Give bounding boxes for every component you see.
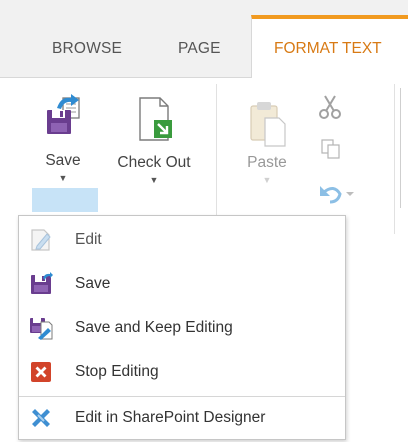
ribbon-tab-bar: BROWSE PAGE FORMAT TEXT [0,0,408,79]
ribbon-overflow-edge [400,88,408,208]
edit-icon [31,229,51,251]
cut-icon[interactable] [318,94,342,120]
save-icon [47,94,80,134]
save-keep-editing-icon [30,318,53,340]
save-icon [31,272,53,294]
sharepoint-ribbon-window: BROWSE PAGE FORMAT TEXT Save ▼ Check Out… [0,0,408,442]
check-out-dropdown-arrow-icon[interactable]: ▼ [104,175,204,185]
tab-browse[interactable]: BROWSE [52,40,122,58]
sharepoint-designer-icon [32,409,50,427]
tab-page[interactable]: PAGE [178,40,221,58]
undo-icon[interactable] [316,182,356,204]
paste-button[interactable]: Paste ▼ [236,90,298,185]
ribbon-panel: Save ▼ Check Out ▼ Paste ▼ [0,78,408,234]
menu-item-label: Stop Editing [75,363,159,380]
paste-dropdown-arrow-icon[interactable]: ▼ [236,175,298,185]
check-out-icon [139,97,172,141]
ribbon-group-divider [394,84,395,234]
paste-icon [250,102,286,147]
check-out-button-label: Check Out [117,154,191,171]
paste-button-label: Paste [247,154,287,171]
check-out-button[interactable]: Check Out ▼ [104,90,204,185]
menu-item-label: Edit [75,231,102,248]
save-split-button[interactable]: Save ▼ [30,90,98,212]
tab-format-text-label: FORMAT TEXT [274,40,382,57]
menu-item-edit[interactable]: Edit [19,220,345,260]
menu-item-stop-editing[interactable]: Stop Editing [19,352,345,392]
stop-editing-icon [31,362,51,382]
tab-format-text[interactable]: FORMAT TEXT [251,15,408,79]
save-button-label: Save [45,152,81,169]
menu-separator [19,396,345,397]
menu-item-label: Edit in SharePoint Designer [75,409,266,426]
menu-item-label: Save [75,275,111,292]
menu-item-save-and-keep-editing[interactable]: Save and Keep Editing [19,308,345,348]
save-dropdown-arrow-icon[interactable]: ▼ [30,173,96,183]
save-dropdown-highlight[interactable] [32,188,98,212]
menu-item-edit-in-sharepoint-designer[interactable]: Edit in SharePoint Designer [19,398,345,438]
copy-icon[interactable] [320,138,342,160]
ribbon-group-divider [216,84,217,234]
menu-item-save[interactable]: Save [19,264,345,304]
menu-item-label: Save and Keep Editing [75,319,233,336]
save-dropdown-menu: Edit Save Save and Keep Editing Stop Edi… [18,215,346,440]
